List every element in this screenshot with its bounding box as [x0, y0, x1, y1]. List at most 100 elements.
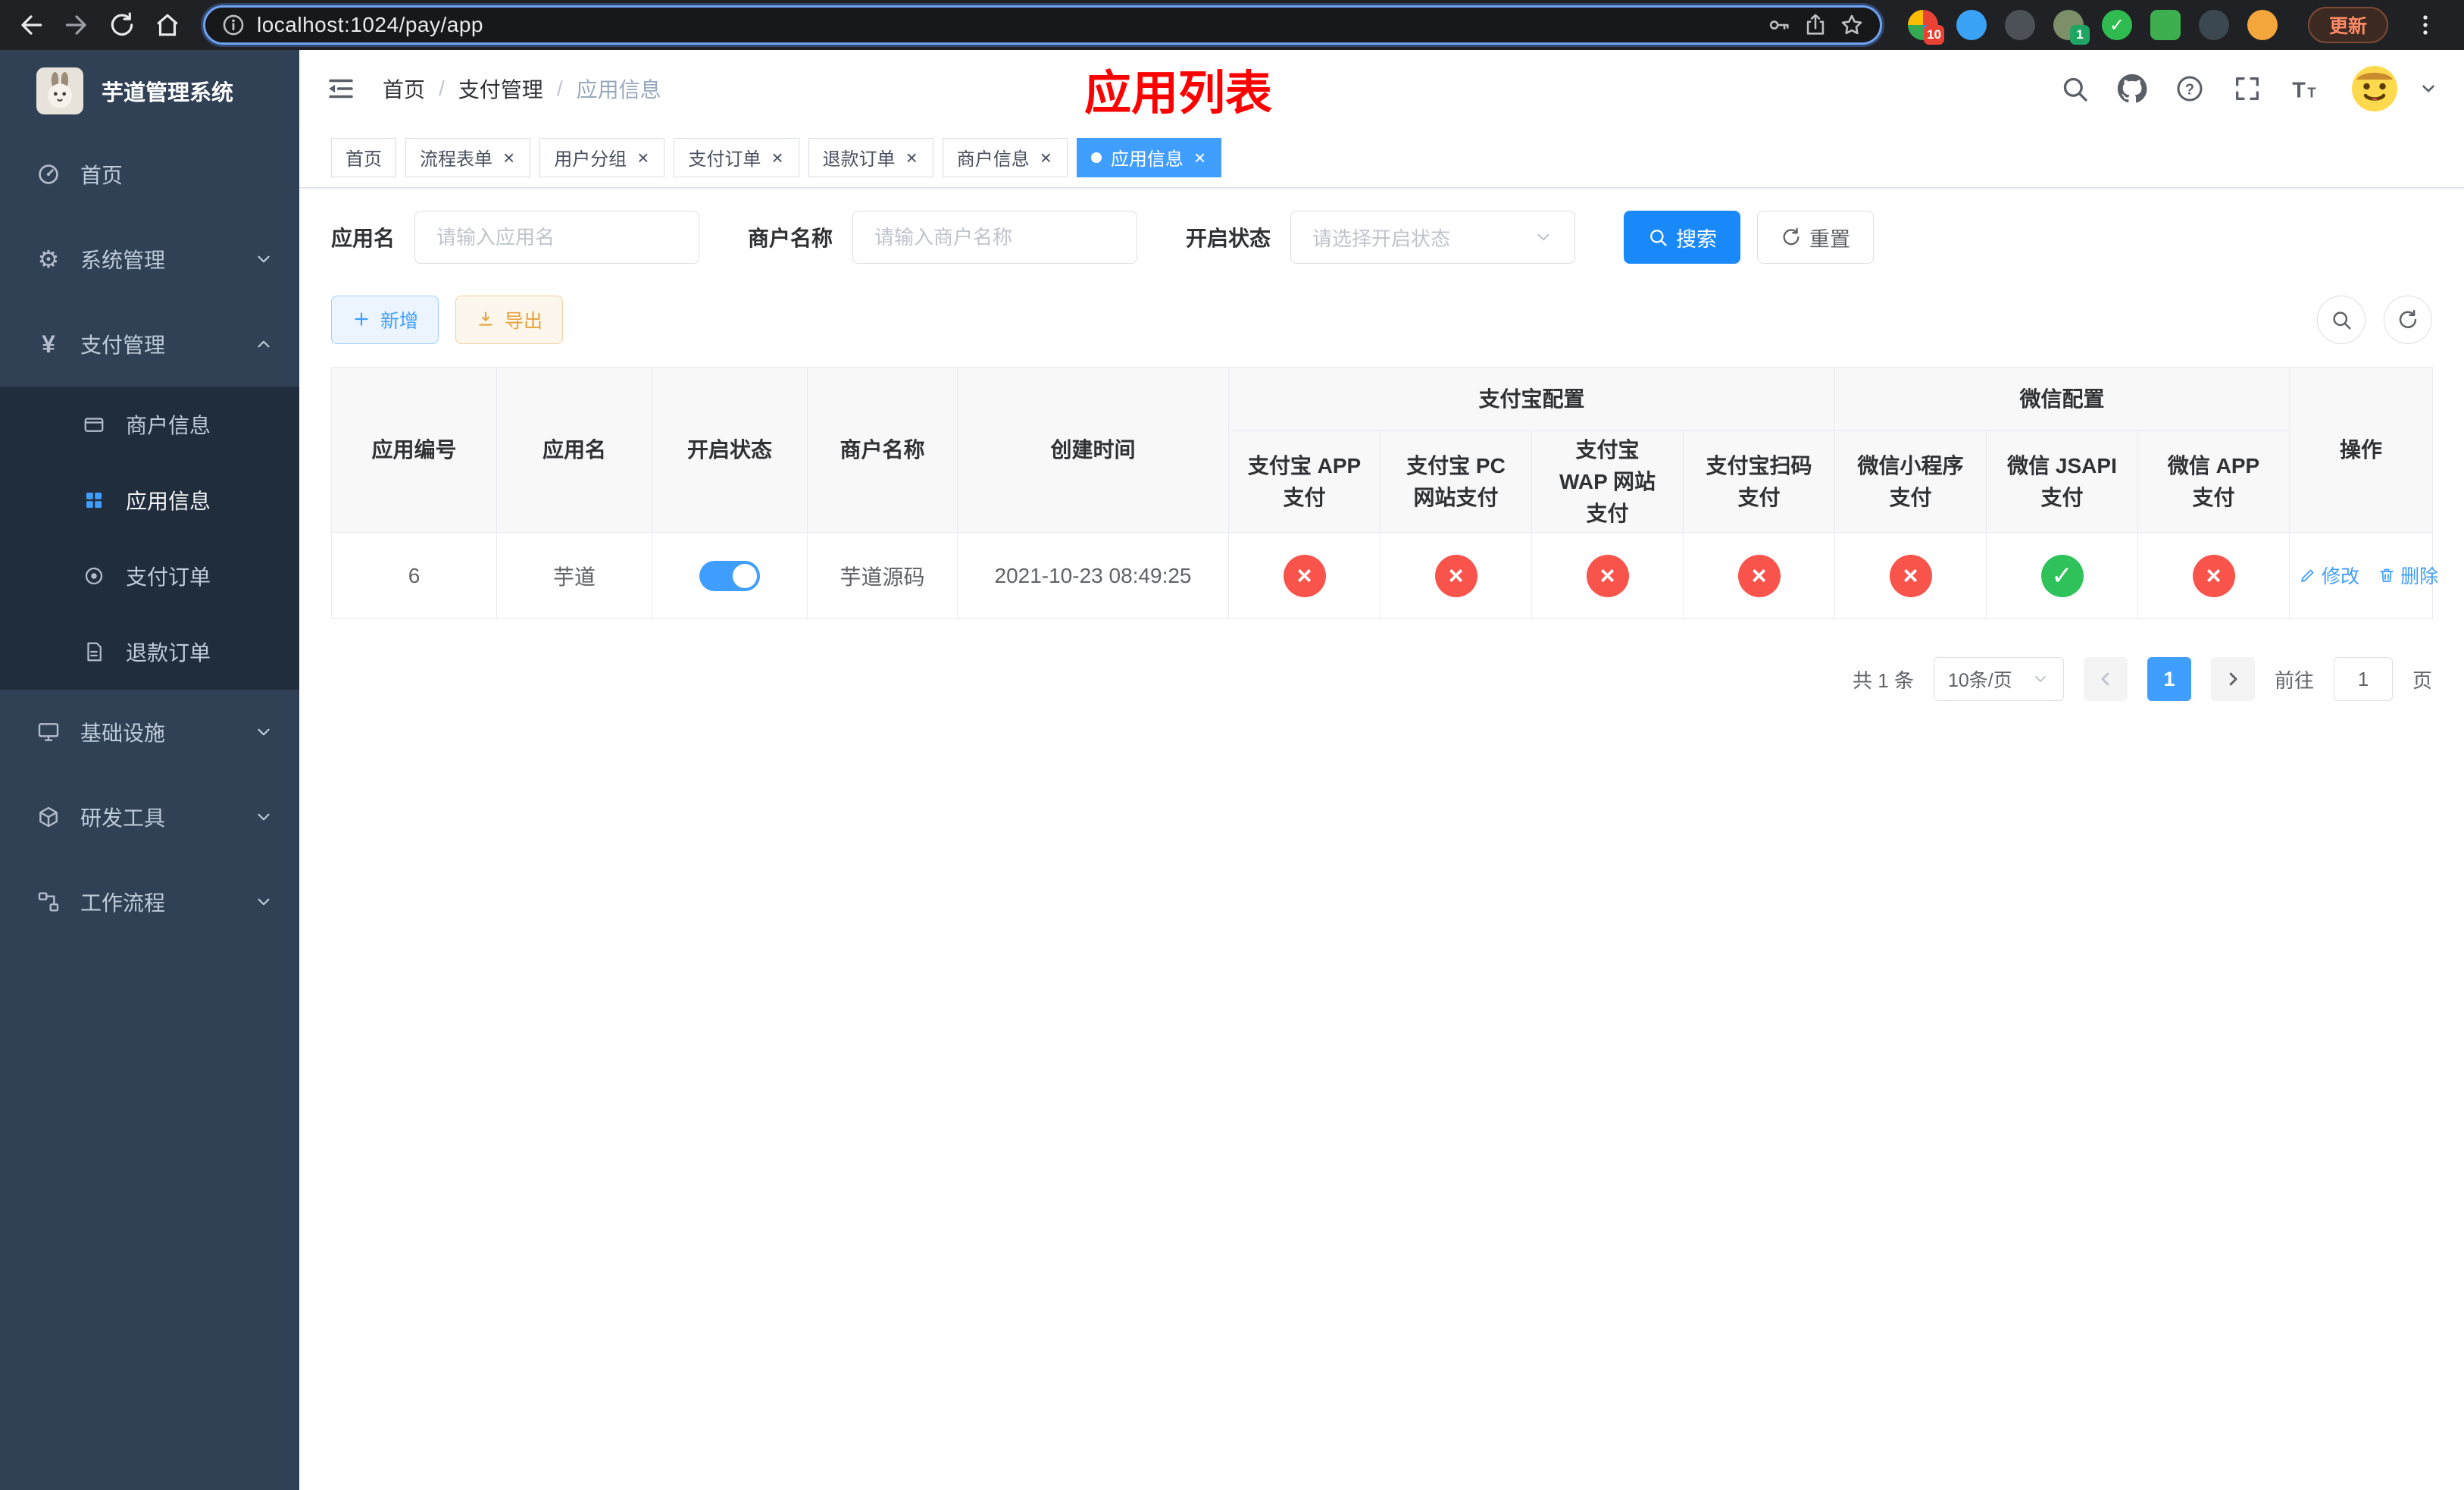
- extension-icon-mosaic[interactable]: 10: [1908, 10, 1944, 45]
- tab-item[interactable]: 流程表单 ×: [405, 137, 531, 177]
- info-icon[interactable]: [220, 12, 246, 38]
- home-icon[interactable]: [153, 11, 182, 39]
- sidebar-item-system[interactable]: ⚙ 系统管理: [0, 217, 299, 302]
- sidebar: 芋道管理系统 首页 ⚙ 系统管理 ¥ 支付管理 商户信息 应用信息 支付订单 退…: [0, 50, 299, 1490]
- add-button[interactable]: 新增: [331, 296, 439, 344]
- refresh-icon[interactable]: [108, 11, 136, 39]
- wechat-jsapi-status-icon: ✓: [2040, 554, 2084, 597]
- tab-item[interactable]: 支付订单 ×: [674, 137, 799, 177]
- key-icon[interactable]: [1766, 12, 1792, 38]
- gear-icon: ⚙: [37, 246, 60, 273]
- extension-icon-globe[interactable]: [2005, 10, 2035, 40]
- merchant-name-label: 商户名称: [748, 227, 833, 250]
- sidebar-logo[interactable]: 芋道管理系统: [0, 50, 299, 132]
- workflow-icon: [33, 887, 64, 917]
- refresh-table-button[interactable]: [2384, 296, 2432, 344]
- reset-button[interactable]: 重置: [1757, 211, 1875, 264]
- extension-icon-check[interactable]: ✓: [2102, 10, 2132, 40]
- avatar[interactable]: [2347, 61, 2402, 116]
- edit-link[interactable]: 修改: [2299, 562, 2359, 589]
- next-page-button[interactable]: [2210, 657, 2255, 701]
- tab-item[interactable]: 首页: [331, 137, 396, 177]
- delete-link[interactable]: 删除: [2378, 562, 2438, 589]
- help-icon[interactable]: ?: [2175, 74, 2205, 104]
- breadcrumb-item[interactable]: 支付管理: [458, 74, 543, 104]
- address-bar[interactable]: localhost:1024/pay/app: [203, 5, 1882, 45]
- tab-close-icon[interactable]: ×: [1193, 148, 1207, 167]
- extension-icon-notes[interactable]: [2150, 10, 2181, 40]
- prev-page-button[interactable]: [2083, 657, 2128, 701]
- update-button[interactable]: 更新: [2308, 7, 2389, 43]
- logo-avatar: [36, 67, 83, 114]
- tab-close-icon[interactable]: ×: [1039, 148, 1053, 167]
- chevron-down-icon: [254, 892, 274, 912]
- sidebar-item-label: 基础设施: [80, 722, 166, 745]
- tab-label: 流程表单: [420, 149, 492, 170]
- tab-item[interactable]: 用户分组 ×: [539, 137, 665, 177]
- column-header: 应用名: [496, 367, 652, 533]
- column-header: 商户名称: [807, 367, 958, 533]
- extension-icon-face[interactable]: [2247, 10, 2278, 40]
- reset-button-label: 重置: [1809, 227, 1851, 251]
- caret-down-icon[interactable]: [2419, 79, 2438, 99]
- font-size-icon[interactable]: TT: [2290, 74, 2320, 104]
- browser-menu-icon[interactable]: [2412, 12, 2438, 38]
- sidebar-item-label: 研发工具: [80, 806, 166, 830]
- column-header: 支付宝 WAP 网站支付: [1531, 430, 1684, 533]
- tab-close-icon[interactable]: ×: [636, 148, 650, 167]
- share-icon[interactable]: [1803, 12, 1828, 38]
- tab-label: 用户分组: [554, 149, 627, 170]
- sidebar-item-payment[interactable]: ¥ 支付管理: [0, 302, 299, 387]
- edit-pencil-icon: [2299, 566, 2317, 584]
- show-search-button[interactable]: [2317, 296, 2366, 344]
- forward-icon[interactable]: [62, 11, 91, 39]
- tab-close-icon[interactable]: ×: [770, 148, 784, 167]
- sidebar-item-dev-tools[interactable]: 研发工具: [0, 775, 299, 859]
- chevron-up-icon: [254, 334, 274, 354]
- sidebar-item-label: 应用信息: [126, 490, 211, 513]
- app-grid-icon: [79, 485, 109, 515]
- alipay-pc-status-icon: ×: [1434, 554, 1477, 597]
- current-page-button[interactable]: 1: [2147, 657, 2191, 701]
- chevron-down-icon: [254, 249, 274, 269]
- tab-item[interactable]: 应用信息 ×: [1076, 137, 1222, 177]
- navbar-actions: ? TT: [2059, 61, 2438, 116]
- navbar: 首页 / 支付管理 / 应用信息 应用列表 ? TT: [299, 50, 2464, 127]
- cell-app-id: 6: [331, 532, 497, 619]
- export-button[interactable]: 导出: [455, 296, 564, 344]
- tab-close-icon[interactable]: ×: [502, 148, 516, 167]
- fullscreen-icon[interactable]: [2232, 74, 2262, 104]
- extension-icon-pinwheel[interactable]: [2199, 10, 2229, 40]
- extension-icon-drop[interactable]: [1956, 10, 1987, 40]
- sidebar-item-app-info[interactable]: 应用信息: [0, 462, 299, 538]
- extension-icon-avatar[interactable]: 1: [2053, 10, 2090, 45]
- sidebar-item-home[interactable]: 首页: [0, 132, 299, 217]
- wechat-app-status-icon: ×: [2192, 554, 2235, 597]
- sidebar-toggle-icon[interactable]: [325, 73, 357, 105]
- sidebar-item-workflow[interactable]: 工作流程: [0, 859, 299, 944]
- back-icon[interactable]: [17, 11, 45, 39]
- page-size-select[interactable]: 10条/页: [1933, 657, 2064, 701]
- search-button[interactable]: 搜索: [1624, 211, 1741, 264]
- search-icon: [1647, 227, 1668, 248]
- bookmark-star-icon[interactable]: [1839, 12, 1865, 38]
- status-toggle[interactable]: [699, 560, 760, 591]
- app-name-input[interactable]: [414, 211, 700, 264]
- merchant-name-input[interactable]: [852, 211, 1138, 264]
- infrastructure-icon: [33, 717, 64, 747]
- edit-link-label: 修改: [2322, 566, 2360, 587]
- goto-page-input[interactable]: [2333, 657, 2393, 701]
- sidebar-item-infrastructure[interactable]: 基础设施: [0, 690, 299, 775]
- search-icon[interactable]: [2059, 74, 2090, 104]
- breadcrumb-item[interactable]: 首页: [383, 74, 425, 104]
- sidebar-item-refund-order[interactable]: 退款订单: [0, 614, 299, 690]
- tab-item[interactable]: 退款订单 ×: [808, 137, 933, 177]
- column-header: 微信 APP 支付: [2137, 430, 2290, 533]
- github-icon[interactable]: [2117, 74, 2147, 104]
- download-icon: [476, 309, 497, 330]
- sidebar-item-merchant-info[interactable]: 商户信息: [0, 387, 299, 462]
- sidebar-item-pay-order[interactable]: 支付订单: [0, 538, 299, 614]
- tab-close-icon[interactable]: ×: [905, 148, 919, 167]
- status-select[interactable]: 请选择开启状态: [1290, 211, 1576, 264]
- tab-item[interactable]: 商户信息 ×: [942, 137, 1068, 177]
